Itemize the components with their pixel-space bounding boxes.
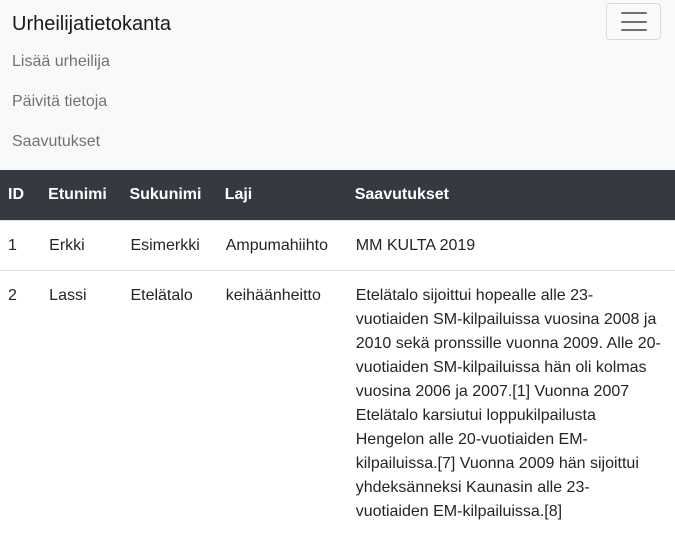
hamburger-menu-icon (620, 12, 647, 31)
cell-sport: keihäänheitto (224, 269, 355, 536)
column-header-achievements: Saavutukset (354, 170, 675, 220)
column-header-last-name: Sukunimi (129, 170, 225, 220)
cell-first-name: Lassi (48, 269, 130, 536)
cell-first-name: Erkki (48, 219, 130, 270)
table-header-row: ID Etunimi Sukunimi Laji Saavutukset (0, 170, 675, 220)
cell-achievements: MM KULTA 2019 (354, 219, 675, 270)
cell-last-name: Esimerkki (129, 219, 225, 270)
column-header-id: ID (0, 170, 49, 220)
table-row: 1 Erkki Esimerkki Ampumahiihto MM KULTA … (0, 219, 675, 270)
nav-link-achievements[interactable]: Saavutukset (12, 128, 110, 168)
column-header-first-name: Etunimi (48, 170, 130, 220)
table-row: 2 Lassi Etelätalo keihäänheitto Etelätal… (0, 269, 675, 536)
cell-id: 2 (0, 269, 49, 536)
nav-link-add-athlete[interactable]: Lisää urheilija (12, 48, 110, 88)
table-header: ID Etunimi Sukunimi Laji Saavutukset (0, 170, 675, 220)
navbar-toggler-button[interactable] (606, 3, 661, 40)
cell-id: 1 (0, 219, 49, 270)
nav-links: Lisää urheilija Päivitä tietoja Saavutuk… (12, 48, 110, 168)
cell-achievements: Etelätalo sijoittui hopealle alle 23-vuo… (354, 269, 675, 536)
navbar: Urheilijatietokanta Lisää urheilija Päiv… (0, 0, 675, 170)
athletes-table: ID Etunimi Sukunimi Laji Saavutukset 1 E… (0, 170, 675, 536)
table-body: 1 Erkki Esimerkki Ampumahiihto MM KULTA … (0, 219, 675, 536)
nav-link-update-info[interactable]: Päivitä tietoja (12, 88, 110, 128)
cell-sport: Ampumahiihto (224, 219, 355, 270)
column-header-sport: Laji (224, 170, 355, 220)
navbar-brand[interactable]: Urheilijatietokanta (12, 10, 171, 38)
cell-last-name: Etelätalo (129, 269, 225, 536)
